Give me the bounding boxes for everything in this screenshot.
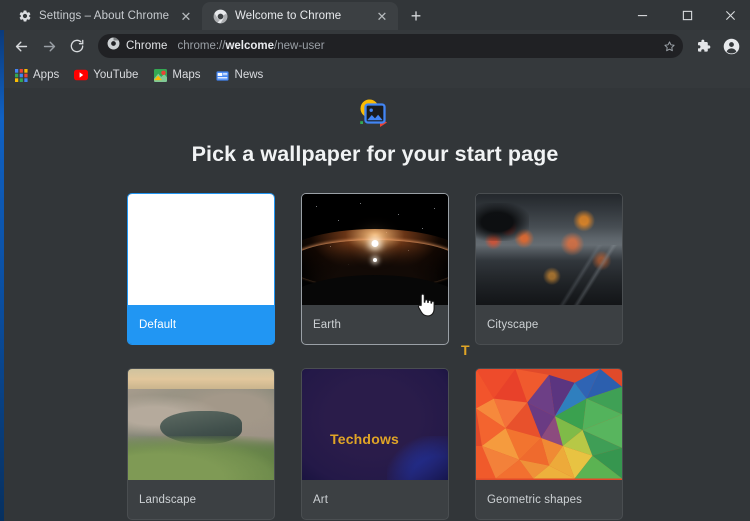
bookmark-maps[interactable]: Maps (149, 66, 207, 84)
wallpaper-card-landscape[interactable]: Landscape (127, 368, 275, 520)
address-bar[interactable]: Chrome chrome://welcome/new-user (98, 34, 683, 58)
wallpaper-label: Cityscape (476, 305, 622, 344)
close-button[interactable] (710, 0, 750, 30)
page-logo-wrap (0, 88, 750, 138)
maximize-button[interactable] (665, 0, 710, 30)
wallpaper-label: Geometric shapes (476, 480, 622, 519)
bookmark-label: Apps (33, 69, 59, 81)
wallpaper-label: Earth (302, 305, 448, 344)
forward-button[interactable] (36, 33, 62, 59)
page-title: Pick a wallpaper for your start page (0, 142, 750, 167)
wallpaper-grid: Default (125, 193, 625, 520)
wallpaper-picture-icon (352, 95, 398, 135)
wallpaper-label: Default (128, 305, 274, 344)
site-chip[interactable]: Chrome (107, 37, 178, 55)
wallpaper-thumbnail-cityscape (476, 194, 622, 305)
wallpaper-thumbnail-art (302, 369, 448, 480)
tab-welcome-to-chrome[interactable]: Welcome to Chrome ✕ (202, 2, 398, 30)
apps-grid-icon (14, 68, 28, 82)
browser-toolbar: Chrome chrome://welcome/new-user (0, 30, 750, 62)
site-chip-label: Chrome (126, 40, 168, 52)
tab-close-icon[interactable]: ✕ (178, 8, 194, 24)
tab-strip: Settings – About Chrome ✕ Welcome to Chr… (0, 0, 750, 30)
wallpaper-card-geometric-shapes[interactable]: Geometric shapes (475, 368, 623, 520)
wallpaper-thumbnail-earth (302, 194, 448, 305)
bookmark-label: News (235, 69, 264, 81)
bookmark-news[interactable]: News (212, 66, 271, 84)
bookmarks-bar: Apps YouTube Maps (0, 62, 750, 88)
wallpaper-thumbnail-landscape (128, 369, 274, 480)
extensions-puzzle-icon[interactable] (690, 33, 716, 59)
wallpaper-label: Landscape (128, 480, 274, 519)
minimize-button[interactable] (620, 0, 665, 30)
bookmark-youtube[interactable]: YouTube (70, 66, 145, 84)
window-controls (620, 0, 750, 30)
chrome-page-icon (107, 37, 120, 55)
google-news-icon (216, 68, 230, 82)
bookmark-apps[interactable]: Apps (10, 66, 66, 84)
wallpaper-thumbnail-geometric-shapes (476, 369, 622, 480)
gear-icon (17, 9, 32, 24)
back-button[interactable] (8, 33, 34, 59)
wallpaper-card-cityscape[interactable]: Cityscape (475, 193, 623, 345)
wallpaper-thumbnail-default (128, 194, 274, 305)
bookmark-star-icon[interactable] (659, 36, 679, 56)
wallpaper-card-earth[interactable]: Earth (301, 193, 449, 345)
bookmark-label: Maps (172, 69, 200, 81)
profile-avatar-icon[interactable] (718, 33, 744, 59)
welcome-page: Pick a wallpaper for your start page Def… (0, 88, 750, 521)
wallpaper-label: Art (302, 480, 448, 519)
tab-close-icon[interactable]: ✕ (374, 8, 390, 24)
reload-button[interactable] (64, 33, 90, 59)
new-tab-button[interactable]: + (402, 2, 430, 30)
chrome-globe-icon (213, 9, 228, 24)
wallpaper-card-art[interactable]: Art (301, 368, 449, 520)
wallpaper-card-default[interactable]: Default (127, 193, 275, 345)
tab-title: Welcome to Chrome (235, 10, 367, 22)
bookmark-label: YouTube (93, 69, 138, 81)
google-maps-icon (153, 68, 167, 82)
url-text[interactable]: chrome://welcome/new-user (178, 40, 659, 52)
tab-settings-about-chrome[interactable]: Settings – About Chrome ✕ (6, 2, 202, 30)
window-left-edge-highlight (0, 30, 4, 521)
youtube-icon (74, 68, 88, 82)
tab-title: Settings – About Chrome (39, 10, 171, 22)
browser-window: Settings – About Chrome ✕ Welcome to Chr… (0, 0, 750, 521)
